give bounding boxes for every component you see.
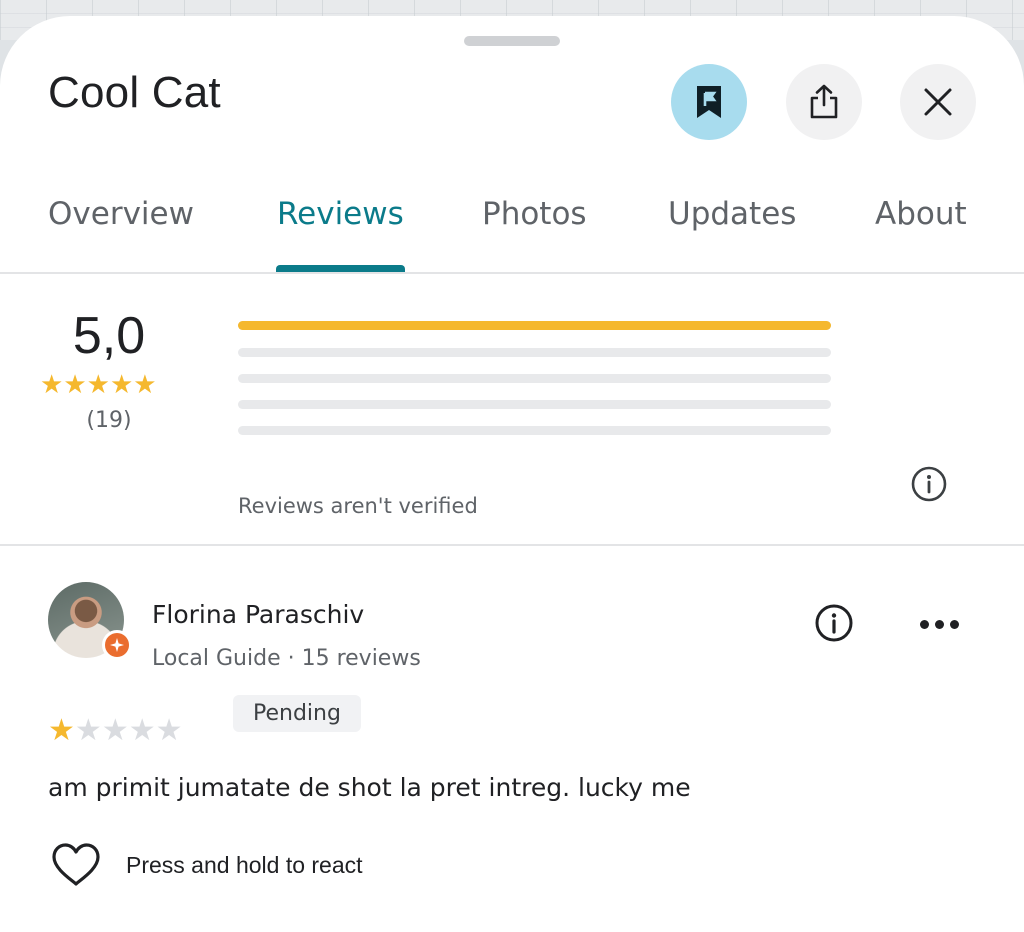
info-icon [911, 466, 947, 502]
reviewer-meta: Local Guide · 15 reviews [152, 646, 421, 671]
drag-handle[interactable] [464, 36, 560, 46]
rating-bar-4 [238, 348, 831, 357]
status-badge: Pending [233, 695, 361, 732]
star-icon: ★ [63, 370, 87, 400]
rating-bar-1 [238, 426, 831, 435]
star-icon: ★ [74, 713, 102, 748]
reviewer-name[interactable]: Florina Paraschiv [152, 600, 364, 629]
tab-bar: Overview Reviews Photos Updates About [0, 181, 1024, 273]
more-dot [920, 620, 929, 629]
star-icon: ★ [40, 370, 64, 400]
rating-bar-3 [238, 374, 831, 383]
tab-reviews[interactable]: Reviews [277, 196, 404, 232]
react-label: Press and hold to react [126, 851, 363, 878]
reviews-info-button[interactable] [910, 465, 948, 503]
place-sheet: Cool Cat Overview Reviews Photos Updates… [0, 16, 1024, 932]
rating-bar-2 [238, 400, 831, 409]
rating-bar-fill [238, 321, 831, 330]
star-icon: ★ [48, 713, 75, 748]
bookmark-flag-icon [697, 86, 721, 118]
average-rating: 5,0 [72, 307, 146, 365]
section-divider [0, 544, 1024, 546]
star-icon: ★ [109, 370, 134, 400]
save-button[interactable] [671, 64, 747, 140]
review-text: am primit jumatate de shot la pret intre… [48, 773, 691, 802]
share-icon [810, 84, 838, 119]
more-dot [950, 620, 959, 629]
more-dot [935, 620, 944, 629]
info-icon [815, 604, 853, 642]
place-title: Cool Cat [48, 68, 221, 117]
star-icon: ★ [86, 370, 110, 400]
local-guide-badge [102, 630, 132, 660]
tab-updates[interactable]: Updates [668, 196, 796, 232]
reviews-unverified-note: Reviews aren't verified [238, 494, 478, 518]
review-rating-stars: ★★★★★ [48, 716, 183, 746]
star-icon: ★ [155, 713, 183, 748]
star-icon: ★ [128, 713, 156, 748]
tab-about[interactable]: About [875, 196, 967, 232]
tab-overview[interactable]: Overview [48, 196, 194, 232]
review-count: (19) [86, 408, 132, 433]
tabs-divider [0, 272, 1024, 274]
local-guide-star-icon [110, 638, 124, 652]
heart-icon [52, 843, 100, 886]
close-icon [924, 88, 952, 116]
star-icon: ★ [133, 370, 157, 400]
share-button[interactable] [786, 64, 862, 140]
react-button[interactable]: Press and hold to react [50, 842, 363, 888]
active-tab-indicator [276, 265, 405, 272]
review-info-button[interactable] [814, 603, 854, 643]
star-icon: ★ [101, 713, 129, 748]
close-button[interactable] [900, 64, 976, 140]
tab-photos[interactable]: Photos [482, 196, 587, 232]
rating-bar-5 [238, 321, 831, 330]
more-options-icon[interactable] [920, 620, 959, 629]
rating-stars: ★★★★★ [40, 372, 157, 398]
